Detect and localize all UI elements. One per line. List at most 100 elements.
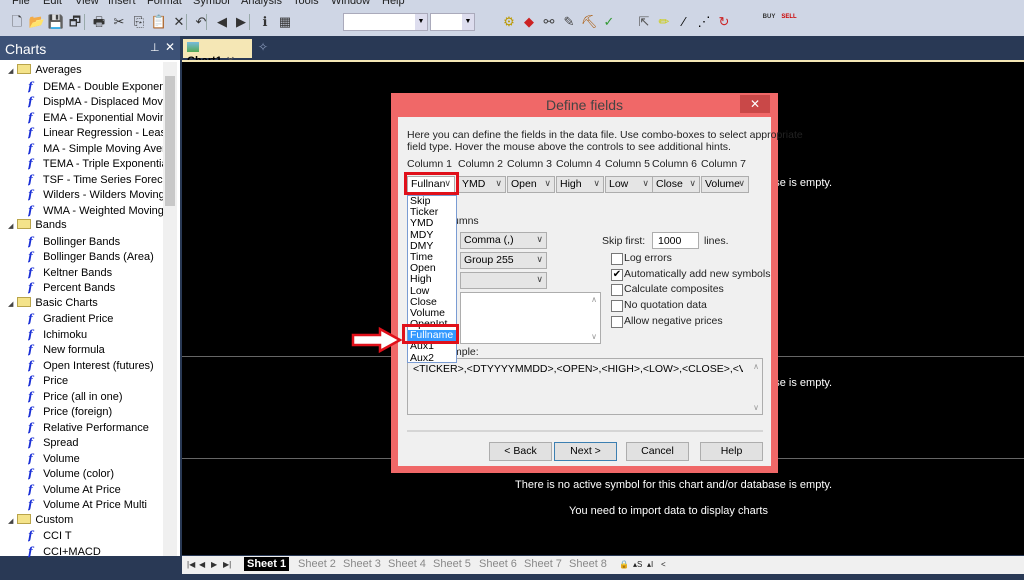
sheet-tab[interactable]: Sheet 1 [244, 557, 290, 571]
menu-edit[interactable]: Edit [43, 0, 62, 7]
dropdown-option[interactable]: Open [408, 263, 456, 274]
checkbox[interactable] [611, 300, 623, 313]
menu-analysis[interactable]: Analysis [241, 0, 282, 7]
tree-item[interactable]: f CCI+MACD [28, 544, 163, 559]
scroll-down-icon[interactable]: ∨ [753, 403, 759, 412]
tab-chart1[interactable]: Chart1✕ [183, 39, 252, 67]
column-6-combo[interactable]: Close ∨ [652, 176, 700, 193]
column-4-combo[interactable]: High ∨ [556, 176, 604, 193]
tree-item[interactable]: f Keltner Bands [28, 265, 163, 280]
tree-item[interactable]: f Percent Bands [28, 280, 163, 295]
sheet-tab[interactable]: Sheet 6 [476, 557, 520, 571]
tree-item[interactable]: f Bollinger Bands [28, 234, 163, 249]
field-combo[interactable]: ∨ [460, 272, 547, 289]
tree-item[interactable]: f Price (foreign) [28, 404, 163, 419]
checkbox[interactable] [611, 253, 623, 265]
tree-item[interactable]: f TEMA - Triple Exponential [28, 156, 163, 171]
tree-item[interactable]: f Volume At Price Multi [28, 497, 163, 512]
tool-icon[interactable]: ⛏ [580, 13, 598, 31]
separator-combo[interactable]: Comma (,) ∨ [460, 232, 547, 249]
back-button[interactable]: < Back [489, 442, 552, 461]
paste-icon[interactable]: 📋 [150, 13, 168, 31]
sell-button[interactable]: SELL [780, 13, 798, 31]
tree-item[interactable]: f Gradient Price [28, 311, 163, 326]
tree-item[interactable]: f Volume (color) [28, 466, 163, 481]
forward-icon[interactable]: ▶ [232, 13, 250, 31]
tool-icon[interactable]: ✎ [560, 13, 578, 31]
tree-item[interactable]: f DispMA - Displaced Moving [28, 94, 163, 109]
menu-insert[interactable]: Insert [108, 0, 136, 7]
menu-view[interactable]: View [75, 0, 99, 7]
menu-format[interactable]: Format [147, 0, 182, 7]
close-button[interactable]: ✕ [740, 95, 770, 113]
symbol-combo[interactable]: ▼ [343, 13, 428, 31]
tool-icon[interactable]: ∕ [675, 13, 693, 31]
copy-icon[interactable]: ⎘ [130, 13, 148, 31]
scrollbar-thumb[interactable] [165, 76, 175, 206]
group-combo[interactable]: Group 255 ∨ [460, 252, 547, 269]
tree-item[interactable]: f Relative Performance [28, 420, 163, 435]
tree-item[interactable]: f Bollinger Bands (Area) [28, 249, 163, 264]
tree-item[interactable]: f Volume At Price [28, 482, 163, 497]
dropdown-option[interactable]: Close [408, 297, 456, 308]
tree-item[interactable]: f Ichimoku [28, 327, 163, 342]
new-tab-icon[interactable]: ✧ [258, 40, 268, 54]
tree-group-bands[interactable]: ◢ Bands [8, 218, 171, 233]
skip-first-input[interactable]: 1000 [652, 232, 699, 249]
pin-icon[interactable]: ⊥ [150, 41, 160, 54]
dropdown-option[interactable]: Aux2 [408, 353, 456, 364]
close-icon[interactable]: ✕ [165, 40, 175, 54]
save-icon[interactable]: 💾 [47, 13, 65, 31]
buy-button[interactable]: BUY [760, 13, 778, 31]
open-icon[interactable]: 📂 [28, 13, 46, 31]
sheet-tab[interactable]: Sheet 4 [385, 557, 429, 571]
cancel-button[interactable]: Cancel [626, 442, 689, 461]
dropdown-option[interactable]: DMY [408, 241, 456, 252]
tool-icon[interactable]: ✏ [655, 13, 673, 31]
cut-icon[interactable]: ✂ [110, 13, 128, 31]
text-area[interactable]: ∧ ∨ [460, 292, 601, 344]
dropdown-option[interactable]: Ticker [408, 207, 456, 218]
sheet-tool-icon[interactable]: ▴I [644, 559, 656, 570]
tree-item[interactable]: f Volume [28, 451, 163, 466]
tree-item[interactable]: f DEMA - Double Exponential [28, 79, 163, 94]
sheet-tool-icon[interactable]: < [658, 559, 669, 570]
tool-icon[interactable]: ↻ [715, 13, 733, 31]
menu-file[interactable]: File [12, 0, 30, 7]
save-all-icon[interactable]: 🗗 [66, 13, 84, 31]
tool-icon[interactable]: ⋰ [695, 13, 713, 31]
interval-combo[interactable]: ▼ [430, 13, 475, 31]
tree-item[interactable]: f CCI T [28, 528, 163, 543]
chevron-down-icon[interactable]: ▼ [462, 14, 474, 30]
tree-item[interactable]: f TSF - Time Series Forecast [28, 172, 163, 187]
menu-tools[interactable]: Tools [293, 0, 319, 7]
back-icon[interactable]: ◀ [213, 13, 231, 31]
menu-window[interactable]: Window [331, 0, 370, 7]
menu-symbol[interactable]: Symbol [193, 0, 230, 7]
sheet-nav-icon[interactable]: ▶ [208, 559, 220, 570]
print-icon[interactable]: 🖶 [90, 13, 108, 31]
info-icon[interactable]: ℹ [256, 13, 274, 31]
tree-group-averages[interactable]: ◢ Averages [8, 63, 171, 78]
checkbox[interactable] [611, 284, 623, 297]
column-2-combo[interactable]: YMD ∨ [458, 176, 506, 193]
sheet-tab[interactable]: Sheet 7 [521, 557, 565, 571]
column-7-combo[interactable]: Volume ∨ [701, 176, 749, 193]
chevron-down-icon[interactable]: ▼ [415, 14, 427, 30]
tree-item[interactable]: f Wilders - Wilders Moving [28, 187, 163, 202]
scroll-down-icon[interactable]: ∨ [591, 332, 597, 341]
tree-item[interactable]: f EMA - Exponential Moving [28, 110, 163, 125]
sheet-tab[interactable]: Sheet 3 [340, 557, 384, 571]
dropdown-option[interactable]: High [408, 274, 456, 285]
next-button[interactable]: Next > [554, 442, 617, 461]
tree-item[interactable]: f Price [28, 373, 163, 388]
tree-item[interactable]: f Linear Regression - Least S [28, 125, 163, 140]
collapse-icon[interactable]: ◢ [8, 223, 13, 230]
column-3-combo[interactable]: Open ∨ [507, 176, 555, 193]
sheet-nav-icon[interactable]: ▶| [220, 559, 234, 570]
tree-group-basic-charts[interactable]: ◢ Basic Charts [8, 296, 171, 311]
dropdown-option[interactable]: Low [408, 286, 456, 297]
properties-icon[interactable]: ▦ [276, 13, 294, 31]
tree-item[interactable]: f New formula [28, 342, 163, 357]
help-button[interactable]: Help [700, 442, 763, 461]
